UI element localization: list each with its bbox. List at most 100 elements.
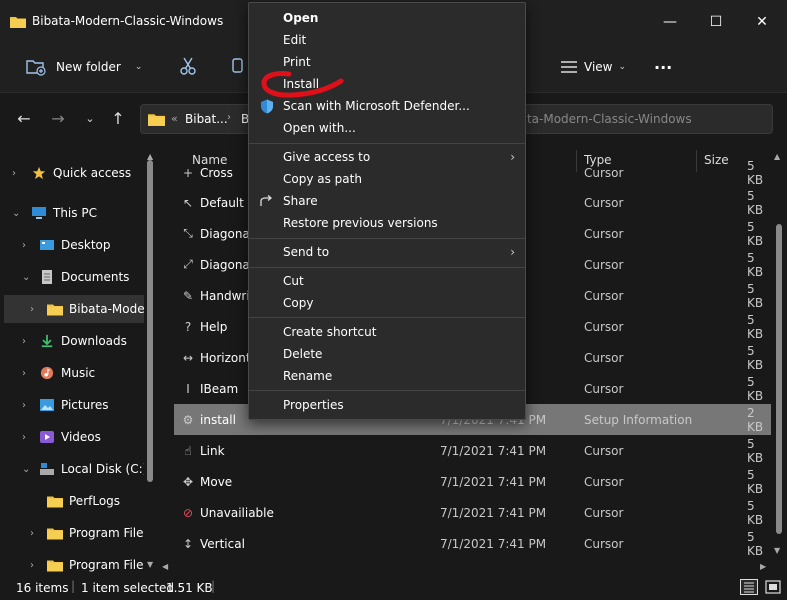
menu-item-label: Create shortcut [283, 325, 377, 339]
nav-item-program-files[interactable]: › Program Files [0, 519, 158, 547]
chevron-down-icon: ⌄ [618, 62, 627, 72]
navigation-scroll-thumb[interactable] [147, 160, 153, 482]
menu-item-properties[interactable]: Properties [249, 394, 525, 416]
nav-item-videos[interactable]: › Videos [0, 423, 158, 451]
cursor-ibeam-icon: I [186, 381, 190, 396]
menu-item-open[interactable]: Open [249, 7, 525, 29]
menu-item-label: Open [283, 11, 319, 25]
menu-item-give-access[interactable]: Give access to › [249, 146, 525, 168]
nav-item-pictures[interactable]: › Pictures [0, 391, 158, 419]
nav-item-perflogs[interactable]: PerfLogs [0, 487, 158, 515]
tiles-view-button[interactable] [764, 579, 782, 595]
nav-item-program-files-x86[interactable]: › Program Files [0, 551, 158, 575]
cut-button[interactable] [178, 54, 198, 78]
menu-item-open-with[interactable]: Open with... [249, 117, 525, 139]
file-name: Handwrit [200, 288, 255, 303]
menu-item-restore-versions[interactable]: Restore previous versions [249, 212, 525, 234]
scroll-up-icon: ▲ [774, 152, 781, 161]
menu-item-cut[interactable]: Cut [249, 270, 525, 292]
file-row[interactable]: ↕ Vertical 7/1/2021 7:41 PM Cursor 5 KB [174, 528, 771, 559]
menu-item-share[interactable]: Share [249, 190, 525, 212]
menu-item-send-to[interactable]: Send to › [249, 241, 525, 263]
details-view-icon [744, 582, 754, 593]
file-type: Cursor [584, 350, 624, 365]
more-options-button[interactable]: ··· [654, 56, 672, 78]
nav-item-label: Documents [61, 270, 130, 284]
selection-count: 1 item selected [81, 581, 175, 595]
nav-item-this-pc[interactable]: ⌄ This PC [0, 199, 158, 227]
chevron-right-icon: › [30, 303, 34, 315]
nav-item-quick-access[interactable]: › Quick access [0, 159, 158, 187]
file-row[interactable]: ☝ Link 7/1/2021 7:41 PM Cursor 5 KB [174, 435, 771, 466]
window-title: Bibata-Modern-Classic-Windows [32, 14, 224, 28]
minimize-button[interactable]: — [647, 8, 693, 36]
menu-item-copy-as-path[interactable]: Copy as path [249, 168, 525, 190]
cursor-move-icon: ✥ [182, 474, 194, 489]
chevron-right-icon: › [22, 335, 26, 347]
nav-item-label: Program Files [69, 558, 150, 572]
nav-item-label: Videos [61, 430, 101, 444]
file-name: Unavailiable [200, 505, 274, 520]
file-name: Link [200, 443, 225, 458]
scroll-down-icon: ▼ [774, 546, 781, 555]
chevron-down-icon: ⌄ [22, 271, 31, 283]
menu-item-label: Delete [283, 347, 323, 361]
nav-item-downloads[interactable]: › Downloads [0, 327, 158, 355]
videos-icon [40, 431, 54, 443]
status-divider: | [71, 579, 76, 593]
chevron-right-icon: › [30, 559, 34, 571]
menu-item-copy[interactable]: Copy [249, 292, 525, 314]
red-annotation-scribble [261, 71, 344, 98]
details-view-button[interactable] [740, 579, 758, 595]
menu-item-label: Rename [283, 369, 333, 383]
submenu-arrow-icon: › [510, 150, 515, 164]
menu-item-label: Copy [283, 296, 314, 310]
close-button[interactable]: ✕ [739, 8, 785, 36]
cursor-horizontal-icon: ↔ [182, 350, 194, 365]
nav-item-local-disk[interactable]: ⌄ Local Disk (C:) [0, 455, 158, 483]
nav-item-bibata-folder[interactable]: › Bibata-Moder [4, 295, 150, 323]
up-button[interactable]: ↑ [106, 108, 130, 128]
cursor-unavailable-icon: ⊘ [182, 505, 194, 520]
maximize-button[interactable]: ☐ [693, 8, 739, 36]
file-row[interactable]: ⊘ Unavailiable 7/1/2021 7:41 PM Cursor 5 KB [174, 497, 771, 528]
file-row[interactable]: ✥ Move 7/1/2021 7:41 PM Cursor 5 KB [174, 466, 771, 497]
menu-item-create-shortcut[interactable]: Create shortcut [249, 321, 525, 343]
menu-item-delete[interactable]: Delete [249, 343, 525, 365]
file-type: Cursor [584, 195, 624, 210]
nav-item-music[interactable]: › Music [0, 359, 158, 387]
menu-item-label: Properties [283, 398, 344, 412]
more-icon: ··· [654, 57, 673, 77]
file-list-scroll-thumb[interactable] [776, 224, 782, 534]
folder-icon [47, 560, 63, 572]
chevron-down-icon: ⌄ [134, 62, 143, 72]
copy-button[interactable] [228, 54, 248, 78]
cursor-vertical-icon: ↕ [182, 536, 194, 551]
documents-icon [42, 270, 52, 284]
file-name: Move [200, 474, 233, 489]
view-label: View [584, 60, 613, 74]
recent-locations-button[interactable]: ⌄ [78, 108, 102, 128]
file-type: Cursor [584, 165, 624, 180]
breadcrumb-segment[interactable]: Bibat... [185, 112, 228, 126]
forward-button[interactable]: → [46, 108, 70, 128]
horizontal-scrollbar[interactable]: ◀ ▶ [160, 560, 772, 576]
nav-item-desktop[interactable]: › Desktop [0, 231, 158, 259]
arrow-left-icon: ← [17, 108, 31, 128]
new-folder-button[interactable]: New folder ⌄ [26, 56, 142, 78]
overflow-chevron-icon: « [171, 112, 178, 125]
view-button[interactable]: View ⌄ [560, 56, 626, 78]
back-button[interactable]: ← [12, 108, 36, 128]
music-icon [40, 366, 54, 380]
file-type: Cursor [584, 536, 624, 551]
navigation-scrollbar[interactable]: ▲ ▼ [144, 150, 156, 575]
arrow-right-icon: → [51, 108, 65, 128]
menu-item-edit[interactable]: Edit [249, 29, 525, 51]
minimize-icon: — [663, 14, 677, 30]
file-name: Cross [200, 165, 233, 180]
submenu-arrow-icon: › [510, 245, 515, 259]
arrow-up-icon: ↑ [111, 108, 125, 128]
nav-item-documents[interactable]: ⌄ Documents [0, 263, 158, 291]
menu-item-rename[interactable]: Rename [249, 365, 525, 387]
chevron-down-icon: ⌄ [85, 111, 95, 125]
